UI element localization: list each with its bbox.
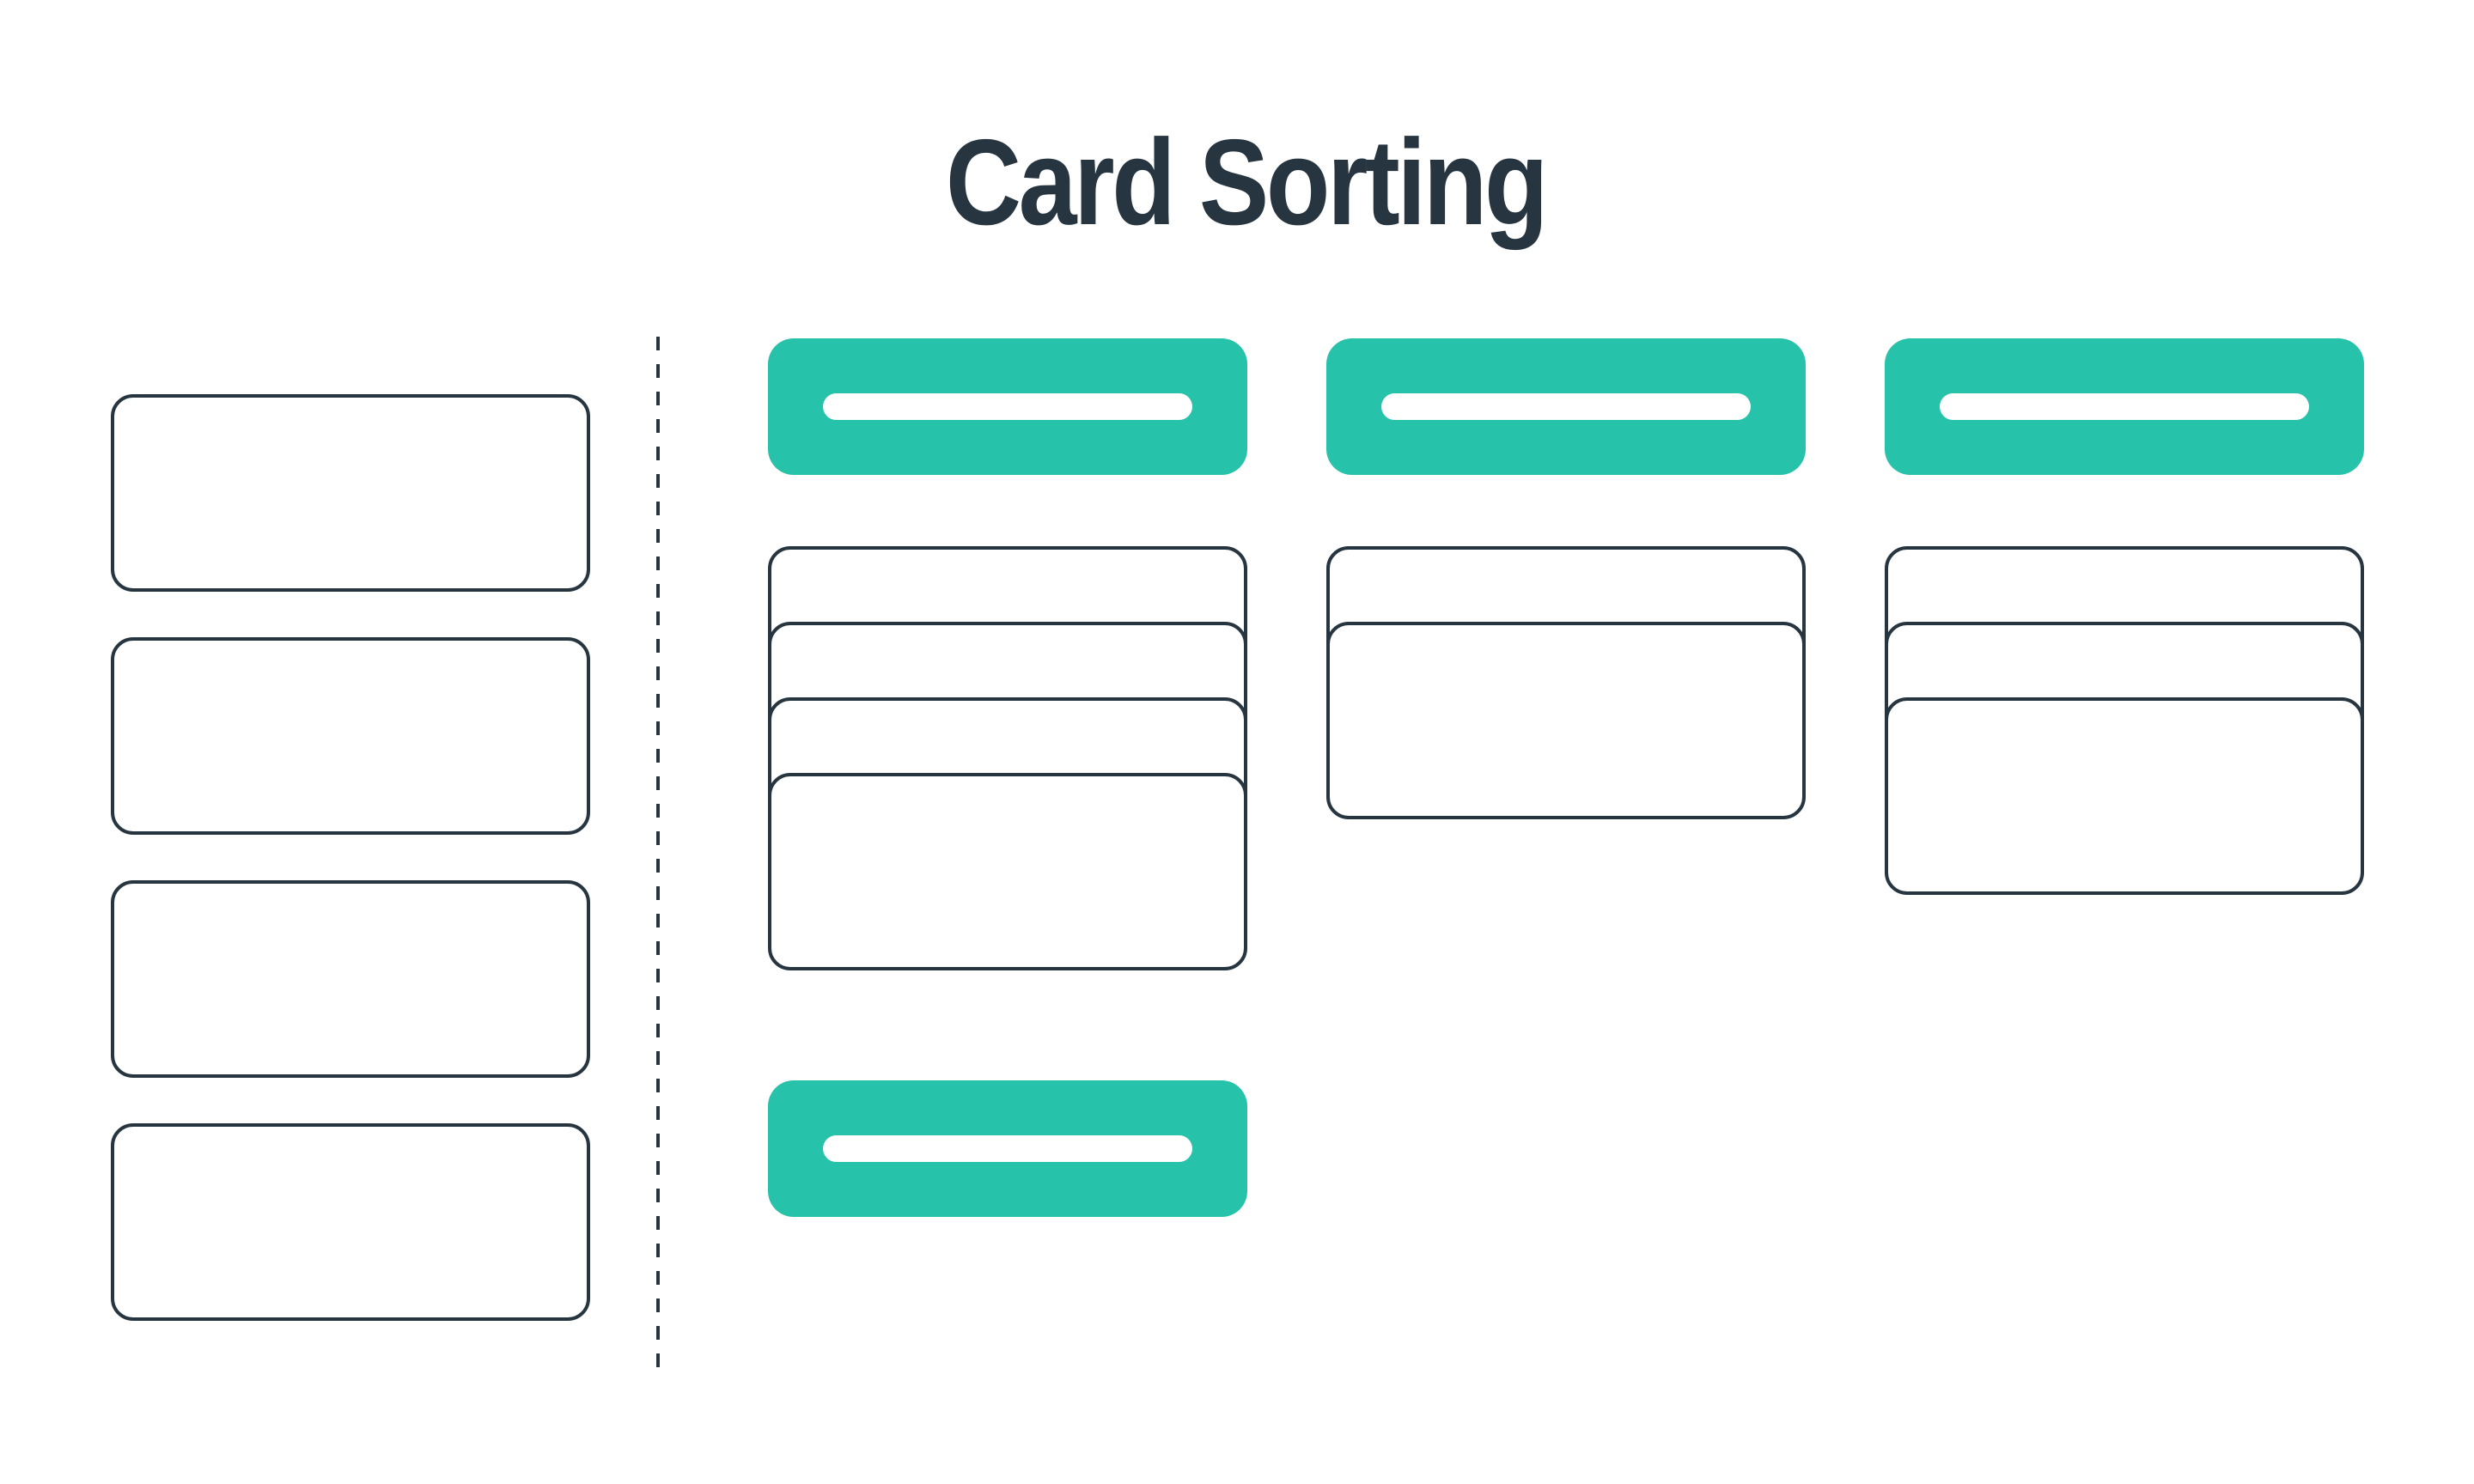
unsorted-card[interactable]: [111, 394, 590, 592]
category-label-placeholder: [823, 393, 1192, 420]
category-header-1[interactable]: [768, 338, 1247, 475]
category-header-2[interactable]: [1326, 338, 1806, 475]
unsorted-card[interactable]: [111, 880, 590, 1078]
category-header-4[interactable]: [768, 1080, 1247, 1217]
category-label-placeholder: [1940, 393, 2309, 420]
sorted-card[interactable]: [768, 773, 1247, 970]
sorted-card[interactable]: [1885, 697, 2364, 895]
unsorted-card[interactable]: [111, 637, 590, 835]
sorted-card[interactable]: [1326, 622, 1806, 819]
category-label-placeholder: [823, 1135, 1192, 1162]
unsorted-card[interactable]: [111, 1123, 590, 1321]
page-title: Card Sorting: [945, 114, 1549, 251]
category-header-3[interactable]: [1885, 338, 2364, 475]
category-label-placeholder: [1381, 393, 1751, 420]
dashed-divider: [656, 337, 660, 1376]
